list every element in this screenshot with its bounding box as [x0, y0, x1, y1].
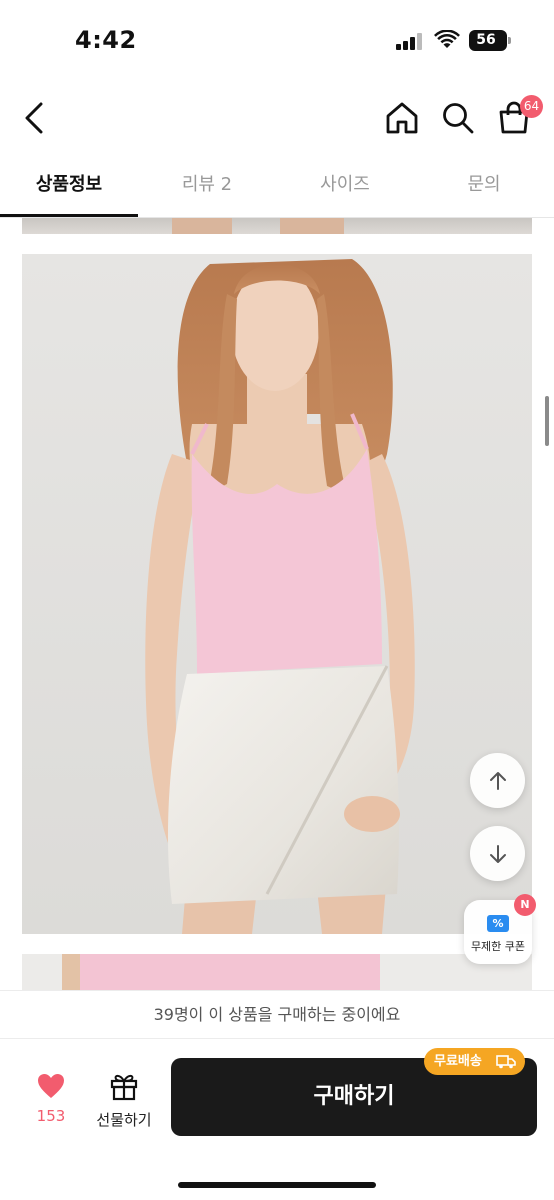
free-shipping-label: 무료배송: [434, 1054, 482, 1069]
free-shipping-badge: 무료배송: [424, 1048, 525, 1075]
coupon-new-badge: N: [514, 894, 536, 916]
gift-label: 선물하기: [96, 1111, 152, 1129]
live-viewers-text: 39명이 이 상품을 구매하는 중이에요: [0, 991, 554, 1039]
purchase-bar: 39명이 이 상품을 구매하는 중이에요 153 선물하기 구매하기: [0, 990, 554, 1200]
scroll-down-button[interactable]: [470, 826, 525, 881]
next-image-preview: [22, 954, 532, 994]
status-time: 4:42: [75, 26, 137, 54]
arrow-up-icon: [489, 771, 506, 790]
gift-icon: [110, 1074, 138, 1101]
tab-size[interactable]: 사이즈: [276, 156, 414, 218]
home-icon: [386, 102, 418, 134]
wifi-icon: [434, 30, 460, 48]
product-image: [22, 254, 532, 934]
coupon-label: 무제한 쿠폰: [470, 940, 526, 953]
chevron-left-icon: [25, 102, 43, 134]
previous-product-image: [22, 218, 532, 234]
cellular-signal-icon: [396, 32, 426, 50]
active-tab-indicator: [0, 214, 138, 217]
arrow-down-icon: [489, 844, 506, 863]
home-indicator[interactable]: [178, 1182, 376, 1188]
search-icon: [443, 103, 474, 134]
scroll-up-button[interactable]: [470, 753, 525, 808]
scrollbar[interactable]: [545, 396, 549, 446]
search-button[interactable]: [436, 96, 480, 140]
home-button[interactable]: [380, 96, 424, 140]
coupon-icon: %: [487, 915, 509, 932]
back-button[interactable]: [14, 96, 54, 140]
like-button[interactable]: 153: [24, 1071, 78, 1131]
battery-level: 56: [476, 32, 496, 48]
tab-reviews[interactable]: 리뷰 2: [138, 156, 276, 218]
next-product-image: [22, 954, 532, 994]
product-tabs: 상품정보 리뷰 2 사이즈 문의: [0, 156, 554, 218]
like-count: 153: [36, 1107, 66, 1125]
truck-icon: [496, 1055, 516, 1069]
tab-product-info[interactable]: 상품정보: [0, 156, 138, 218]
battery-icon: 56: [469, 30, 511, 51]
heart-icon: [38, 1074, 64, 1098]
tab-inquiry[interactable]: 문의: [414, 156, 554, 218]
cart-count-badge: 64: [520, 95, 543, 118]
model-illustration: [22, 254, 532, 934]
status-bar: 4:42 56: [0, 0, 554, 80]
gift-button[interactable]: 선물하기: [90, 1069, 158, 1131]
top-navigation: [0, 80, 554, 156]
